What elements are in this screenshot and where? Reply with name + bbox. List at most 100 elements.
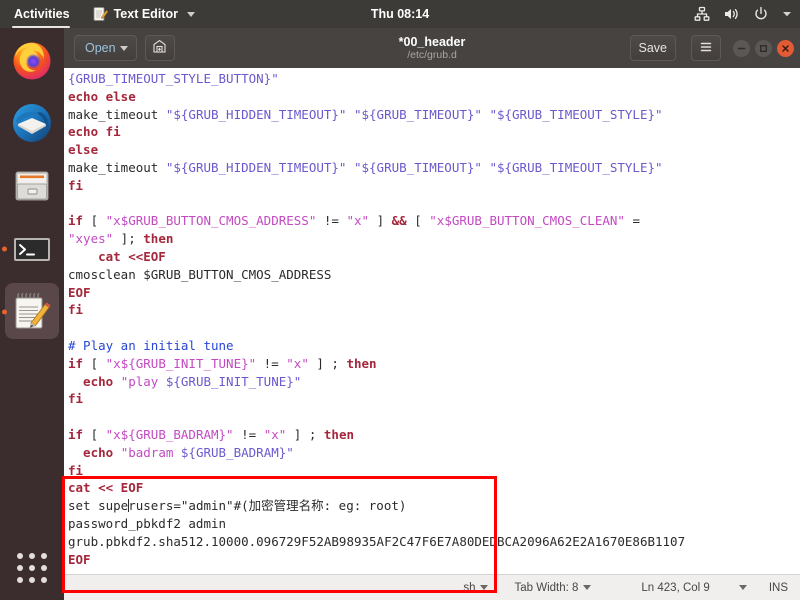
code-token: fi xyxy=(68,177,84,193)
code-token: != xyxy=(233,426,264,442)
code-token: ] ; xyxy=(286,426,324,442)
running-indicator xyxy=(2,309,7,314)
open-button[interactable]: Open xyxy=(74,35,137,61)
show-applications-icon xyxy=(17,553,47,583)
code-token: ] ; xyxy=(308,355,347,371)
code-editor-text-area[interactable]: {GRUB_TIMEOUT_STYLE_BUTTON}" echo else mak… xyxy=(64,68,800,574)
code-token: if xyxy=(68,355,84,371)
volume-icon xyxy=(723,6,740,22)
close-button[interactable] xyxy=(777,39,794,57)
activities-button[interactable]: Activities xyxy=(0,0,82,28)
code-token: EOF xyxy=(68,551,91,567)
chevron-down-icon xyxy=(583,585,592,590)
network-wired-icon xyxy=(694,6,710,22)
cursor-position[interactable]: Ln 423, Col 9 xyxy=(641,581,747,594)
code-token: "x${GRUB_BADRAM}" xyxy=(105,426,234,442)
code-token: then xyxy=(323,426,355,442)
app-menu-button[interactable]: Text Editor xyxy=(82,0,205,28)
code-token: "badram xyxy=(120,444,181,460)
code-token: EOF xyxy=(68,284,91,300)
code-token: [ xyxy=(406,213,430,229)
code-token: ] xyxy=(369,213,392,229)
system-indicators[interactable] xyxy=(694,0,792,28)
firefox-icon xyxy=(9,37,55,83)
dock-item-text-editor[interactable] xyxy=(0,280,64,343)
save-button-label: Save xyxy=(638,41,668,55)
code-token: cat << EOF xyxy=(68,480,144,496)
code-line: else xyxy=(68,141,800,159)
code-line: cmosclean $GRUB_BUTTON_CMOS_ADDRESS xyxy=(68,266,800,284)
code-line: cat <<EOF xyxy=(68,248,800,266)
code-token: echo xyxy=(68,373,121,389)
code-line: echo fi xyxy=(68,123,800,141)
save-button[interactable]: Save xyxy=(629,35,676,61)
show-applications-button[interactable] xyxy=(0,542,64,594)
cursor-position-label: Ln 423, Col 9 xyxy=(641,581,710,594)
code-token: "${GRUB_HIDDEN_TIMEOUT}" "${GRUB_TIMEOUT… xyxy=(165,159,663,175)
code-token: else xyxy=(68,142,99,158)
code-line: fi xyxy=(68,390,800,408)
dock-item-firefox[interactable] xyxy=(0,28,64,91)
notepad-pencil-icon xyxy=(92,6,108,22)
code-line: fi xyxy=(68,177,800,195)
code-line: echo "badram ${GRUB_BADRAM}" xyxy=(68,444,800,462)
code-token: "x" xyxy=(286,355,309,371)
code-line: # Play an initial tune xyxy=(68,337,800,355)
save-as-icon xyxy=(152,39,167,57)
tab-width-selector[interactable]: Tab Width: 8 xyxy=(514,581,592,594)
tab-width-label: Tab Width: 8 xyxy=(514,581,579,594)
code-line: echo else xyxy=(68,88,800,106)
activities-label: Activities xyxy=(14,7,70,21)
code-token: ]; xyxy=(113,231,144,247)
code-line: fi xyxy=(68,301,800,319)
code-token: "x$GRUB_BUTTON_CMOS_CLEAN" xyxy=(429,213,625,229)
window-titlebar: Open *00_header /etc/grub.d Save xyxy=(64,28,800,69)
chevron-down-icon xyxy=(782,9,792,19)
code-token: = xyxy=(624,213,640,229)
dock-item-terminal[interactable] xyxy=(0,217,64,280)
ubuntu-dock xyxy=(0,28,64,600)
page-title: *00_header xyxy=(398,35,466,49)
code-line: if [ "x${GRUB_BADRAM}" != "x" ] ; then xyxy=(68,426,800,444)
code-token: make_timeout xyxy=(68,159,166,175)
code-token: echo fi xyxy=(68,124,121,140)
code-token: grub.pbkdf2.sha512.10000.096729F52AB9893… xyxy=(68,533,686,549)
editor-status-bar: sh Tab Width: 8 Ln 423, Col 9 INS xyxy=(64,574,800,600)
maximize-button[interactable] xyxy=(755,39,772,57)
file-cabinet-icon xyxy=(9,163,55,209)
dock-item-thunderbird[interactable] xyxy=(0,91,64,154)
code-line: if [ "x${GRUB_INIT_TUNE}" != "x" ] ; the… xyxy=(68,355,800,373)
code-token: "x$GRUB_BUTTON_CMOS_ADDRESS" xyxy=(105,213,317,229)
code-line: password_pbkdf2 admin xyxy=(68,515,800,533)
notepad-pencil-icon xyxy=(9,289,55,335)
code-line: EOF xyxy=(68,284,800,302)
minimize-button[interactable] xyxy=(733,39,750,57)
minimize-icon xyxy=(736,43,747,54)
code-token: password_pbkdf2 admin xyxy=(68,515,227,531)
code-token: fi xyxy=(68,391,84,407)
maximize-icon xyxy=(758,43,769,54)
code-token: [ xyxy=(83,355,106,371)
language-label: sh xyxy=(463,581,476,594)
code-token: make_timeout xyxy=(68,106,166,122)
code-line: echo "play ${GRUB_INIT_TUNE}" xyxy=(68,373,800,391)
save-as-button[interactable] xyxy=(144,35,175,61)
code-token: # Play an initial tune xyxy=(68,337,234,353)
dock-item-files[interactable] xyxy=(0,154,64,217)
code-token: cat <<EOF xyxy=(68,248,166,264)
code-token: "x${GRUB_INIT_TUNE}" xyxy=(105,355,257,371)
insert-mode-label: INS xyxy=(768,581,788,594)
code-token: != xyxy=(316,213,347,229)
code-token: "play xyxy=(120,373,166,389)
code-line: set superusers="admin"#(加密管理名称: eg: root… xyxy=(68,497,800,515)
chevron-down-icon xyxy=(480,585,489,590)
insert-mode-indicator[interactable]: INS xyxy=(769,582,788,594)
code-token: echo xyxy=(68,444,121,460)
code-token: {GRUB_TIMEOUT_STYLE_BUTTON}" xyxy=(68,71,279,86)
language-selector[interactable]: sh xyxy=(463,581,489,594)
code-token: cmosclean $GRUB_BUTTON_CMOS_ADDRESS xyxy=(68,266,332,282)
chevron-down-icon xyxy=(186,11,195,17)
hamburger-menu-button[interactable] xyxy=(691,35,721,61)
code-token: if xyxy=(68,426,84,442)
